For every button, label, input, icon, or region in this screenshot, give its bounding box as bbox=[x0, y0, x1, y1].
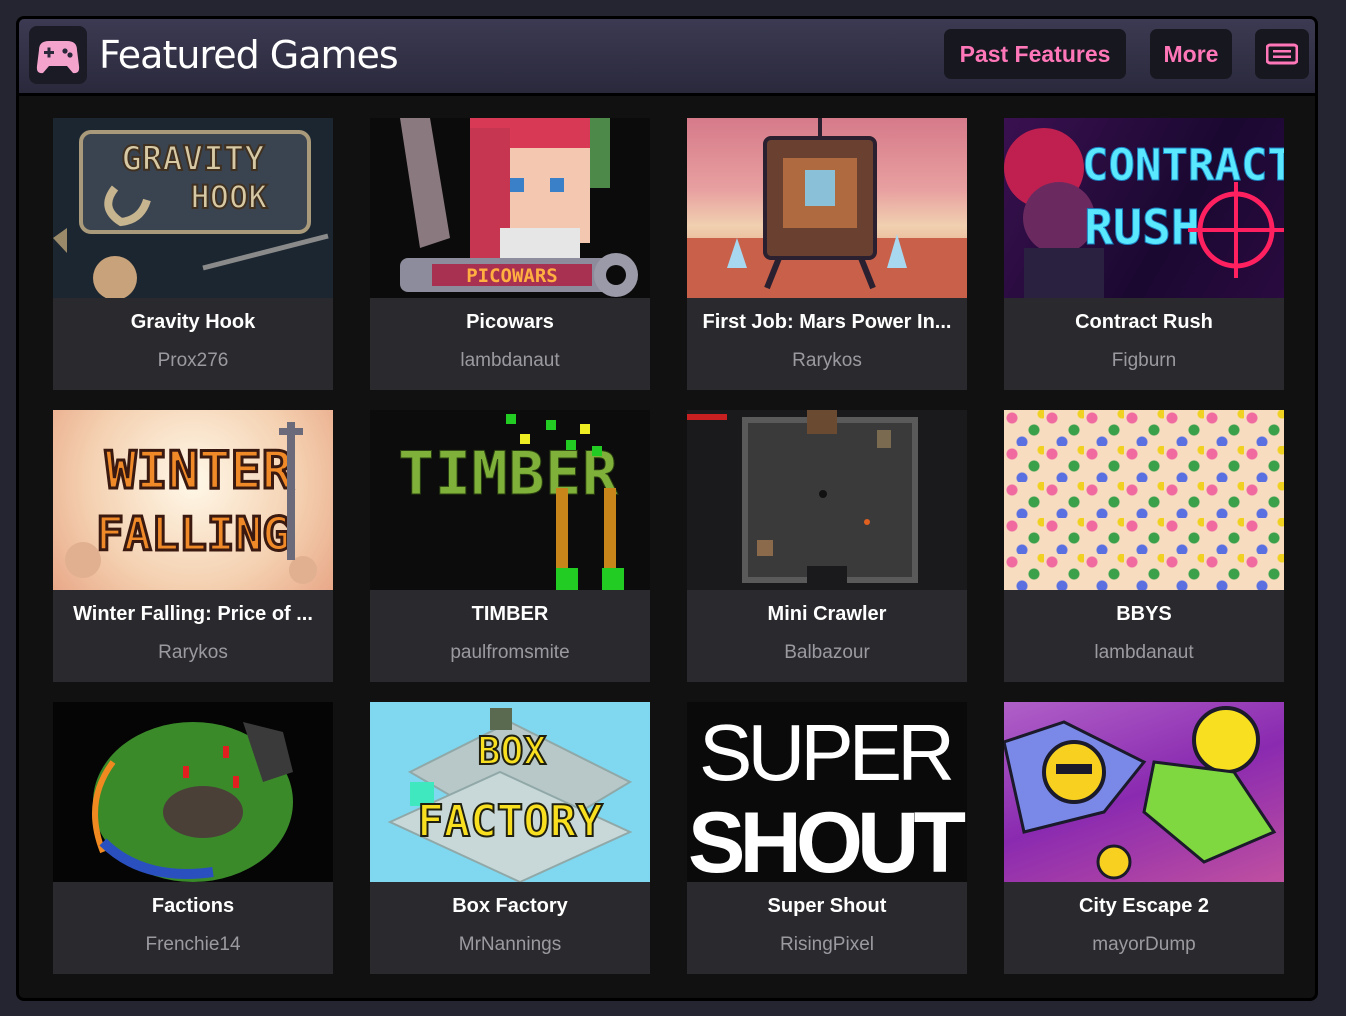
thumbnail-title-line: CONTRACT bbox=[1082, 140, 1284, 191]
thumbnail-title-line: FALLING bbox=[96, 507, 290, 561]
more-button[interactable]: More bbox=[1150, 29, 1232, 79]
game-card[interactable]: CONTRACT RUSH Contract Rush Figburn bbox=[1004, 118, 1284, 390]
gamepad-icon bbox=[29, 26, 87, 84]
thumbnail-title-line: WINTER bbox=[105, 441, 294, 501]
game-thumbnail bbox=[1004, 410, 1284, 590]
game-title: Gravity Hook bbox=[130, 311, 256, 333]
game-author[interactable]: paulfromsmite bbox=[370, 642, 650, 664]
game-thumbnail: GRAVITY HOOK bbox=[53, 118, 333, 298]
featured-games-panel: Featured Games Past Features More GRAVIT… bbox=[16, 16, 1318, 1001]
game-title: Box Factory bbox=[452, 895, 568, 917]
game-author[interactable]: lambdanaut bbox=[370, 350, 650, 372]
game-author[interactable]: Rarykos bbox=[687, 350, 967, 372]
game-title: Mini Crawler bbox=[767, 603, 887, 625]
game-title: First Job: Mars Power In... bbox=[702, 311, 952, 333]
game-thumbnail: BOX FACTORY bbox=[370, 702, 650, 882]
game-title: BBYS bbox=[1116, 603, 1172, 625]
thumbnail-title-line: SHOUT bbox=[688, 795, 966, 882]
game-thumbnail: CONTRACT RUSH bbox=[1004, 118, 1284, 298]
thumbnail-title-line: FACTORY bbox=[417, 796, 603, 847]
game-thumbnail: TIMBER bbox=[370, 410, 650, 590]
game-thumbnail: SUPER SHOUT bbox=[687, 702, 967, 882]
game-card[interactable]: Mini Crawler Balbazour bbox=[687, 410, 967, 682]
thumbnail-title-line: HOOK bbox=[190, 178, 268, 216]
game-thumbnail bbox=[687, 410, 967, 590]
game-author[interactable]: Figburn bbox=[1004, 350, 1284, 372]
past-features-button[interactable]: Past Features bbox=[944, 29, 1126, 79]
game-title: Factions bbox=[151, 895, 235, 917]
game-card[interactable]: BBYS lambdanaut bbox=[1004, 410, 1284, 682]
page-title: Featured Games bbox=[99, 33, 399, 77]
panel-header: Featured Games Past Features More bbox=[19, 19, 1315, 96]
game-card[interactable]: TIMBER TIMBER paulfromsmite bbox=[370, 410, 650, 682]
game-card[interactable]: First Job: Mars Power In... Rarykos bbox=[687, 118, 967, 390]
menu-button[interactable] bbox=[1255, 29, 1309, 79]
game-author[interactable]: MrNannings bbox=[370, 934, 650, 956]
thumbnail-title-line: RUSH bbox=[1084, 200, 1200, 256]
game-thumbnail: PICOWARS bbox=[370, 118, 650, 298]
game-author[interactable]: Rarykos bbox=[53, 642, 333, 664]
thumbnail-title-line: BOX bbox=[478, 729, 547, 773]
game-card[interactable]: BOX FACTORY Box Factory MrNannings bbox=[370, 702, 650, 974]
game-card[interactable]: City Escape 2 mayorDump bbox=[1004, 702, 1284, 974]
game-author[interactable]: mayorDump bbox=[1004, 934, 1284, 956]
game-thumbnail bbox=[1004, 702, 1284, 882]
game-title: City Escape 2 bbox=[1078, 895, 1210, 917]
game-card[interactable]: GRAVITY HOOK Gravity Hook Prox276 bbox=[53, 118, 333, 390]
game-author[interactable]: RisingPixel bbox=[687, 934, 967, 956]
game-card[interactable]: PICOWARS Picowars lambdanaut bbox=[370, 118, 650, 390]
thumbnail-title-line: GRAVITY bbox=[121, 139, 265, 179]
game-thumbnail bbox=[687, 118, 967, 298]
game-title: TIMBER bbox=[471, 603, 549, 625]
game-title: Super Shout bbox=[767, 895, 887, 917]
game-thumbnail bbox=[53, 702, 333, 882]
game-title: Contract Rush bbox=[1075, 311, 1213, 333]
thumbnail-title-line: SUPER bbox=[699, 708, 955, 797]
game-title: Winter Falling: Price of ... bbox=[73, 603, 313, 625]
game-thumbnail: WINTER FALLING bbox=[53, 410, 333, 590]
game-author[interactable]: Prox276 bbox=[53, 350, 333, 372]
game-card[interactable]: SUPER SHOUT Super Shout RisingPixel bbox=[687, 702, 967, 974]
game-author[interactable]: Balbazour bbox=[687, 642, 967, 664]
list-menu-icon bbox=[1265, 43, 1299, 65]
game-author[interactable]: Frenchie14 bbox=[53, 934, 333, 956]
game-card[interactable]: Factions Frenchie14 bbox=[53, 702, 333, 974]
game-author[interactable]: lambdanaut bbox=[1004, 642, 1284, 664]
game-title: Picowars bbox=[466, 311, 554, 333]
thumbnail-title: TIMBER bbox=[398, 439, 619, 509]
thumbnail-title: PICOWARS bbox=[466, 265, 558, 287]
game-card[interactable]: WINTER FALLING Winter Falling: Price of … bbox=[53, 410, 333, 682]
